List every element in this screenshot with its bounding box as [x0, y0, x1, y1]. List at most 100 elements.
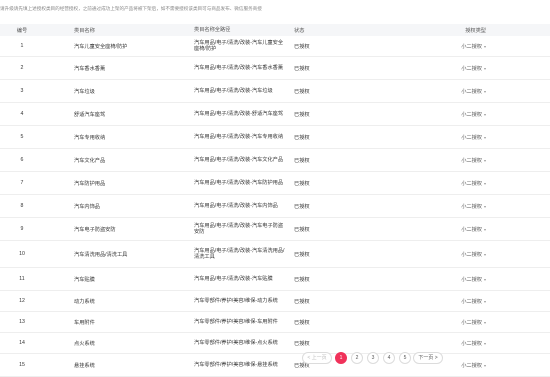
row-path: 汽车用品/电子/清洗/改装-汽车内饰品 — [194, 202, 278, 209]
auth-type-label: 小二授权 — [461, 134, 482, 141]
row-status: 已授权 — [294, 180, 310, 187]
table-row: 4 舒适汽车座驾 汽车用品/电子/清洗/改装-舒适汽车座驾 已授权 小二授权 ▾ — [0, 103, 550, 126]
auth-type-dropdown[interactable]: 小二授权 ▾ — [461, 180, 486, 187]
table-row: 7 汽车防护用品 汽车用品/电子/清洗/改装-汽车防护用品 已授权 小二授权 ▾ — [0, 172, 550, 195]
row-status: 已授权 — [294, 88, 310, 95]
row-status: 已授权 — [294, 276, 310, 283]
row-name: 汽车香水香薰 — [74, 65, 106, 72]
auth-type-dropdown[interactable]: 小二授权 ▾ — [461, 134, 486, 141]
row-status: 已授权 — [294, 298, 310, 305]
row-type: 小二授权 ▾ — [394, 43, 492, 50]
auth-type-dropdown[interactable]: 小二授权 ▾ — [461, 276, 486, 283]
chevron-down-icon: ▾ — [483, 111, 486, 117]
next-page-button[interactable]: 下一页 > — [413, 352, 443, 364]
row-path: 汽车用品/电子/清洗/改装-汽车清洗用品/清洗工具 — [194, 247, 285, 260]
auth-type-dropdown[interactable]: 小二授权 ▾ — [461, 111, 486, 118]
table-row: 12 动力系统 汽车零部件/养护/美容/维保-动力系统 已授权 小二授权 ▾ — [0, 291, 550, 312]
auth-type-dropdown[interactable]: 小二授权 ▾ — [461, 340, 486, 347]
row-status: 已授权 — [294, 319, 310, 326]
row-path: 汽车用品/电子/清洗/改装-汽车防护用品 — [194, 179, 284, 186]
row-type: 小二授权 ▾ — [394, 65, 492, 72]
row-index: 5 — [20, 134, 24, 140]
chevron-down-icon: ▾ — [483, 157, 486, 163]
row-path: 汽车零部件/养护/美容/维保-车用附件 — [194, 318, 278, 325]
row-type: 小二授权 ▾ — [394, 276, 492, 283]
table-row: 3 汽车垃圾 汽车用品/电子/清洗/改装-汽车垃圾 已授权 小二授权 ▾ — [0, 80, 550, 103]
row-index: 10 — [19, 251, 25, 257]
auth-type-dropdown[interactable]: 小二授权 ▾ — [461, 251, 486, 258]
row-index: 12 — [19, 298, 25, 304]
row-path: 汽车用品/电子/清洗/改装-汽车香水香薰 — [194, 64, 284, 71]
row-path: 汽车零部件/养护/美容/维保-点火系统 — [194, 339, 278, 346]
page-1-button[interactable]: 1 — [335, 352, 347, 364]
auth-type-dropdown[interactable]: 小二授权 ▾ — [461, 226, 486, 233]
pagination: < 上一页 1 2 3 4 5 下一页 > — [0, 352, 550, 364]
row-name: 车用附件 — [74, 319, 95, 326]
row-index: 1 — [20, 43, 24, 49]
row-name: 汽车垃圾 — [74, 88, 95, 95]
auth-type-dropdown[interactable]: 小二授权 ▾ — [461, 203, 486, 210]
row-name: 动力系统 — [74, 298, 95, 305]
auth-type-label: 小二授权 — [461, 88, 482, 95]
row-name: 汽车专用收纳 — [74, 134, 106, 141]
row-path: 汽车用品/电子/清洗/改装-汽车专用收纳 — [194, 133, 284, 140]
row-type: 小二授权 ▾ — [394, 134, 492, 141]
auth-type-dropdown[interactable]: 小二授权 ▾ — [461, 43, 486, 50]
row-name: 汽车儿童安全座椅/防护 — [74, 43, 128, 50]
auth-type-dropdown[interactable]: 小二授权 ▾ — [461, 65, 486, 72]
table-row: 2 汽车香水香薰 汽车用品/电子/清洗/改装-汽车香水香薰 已授权 小二授权 ▾ — [0, 57, 550, 80]
row-type: 小二授权 ▾ — [394, 298, 492, 305]
auth-type-label: 小二授权 — [461, 203, 482, 210]
row-index: 14 — [19, 340, 25, 346]
row-status: 已授权 — [294, 340, 310, 347]
table-row: 10 汽车清洗用品/清洗工具 汽车用品/电子/清洗/改装-汽车清洗用品/清洗工具 已授… — [0, 241, 550, 268]
row-index: 9 — [20, 226, 24, 232]
row-index: 7 — [20, 180, 24, 186]
page-2-button[interactable]: 2 — [351, 352, 363, 364]
row-path: 汽车用品/电子/清洗/改装-汽车电子防盗安防 — [194, 222, 284, 235]
row-name: 舒适汽车座驾 — [74, 111, 106, 118]
row-path: 汽车用品/电子/清洗/改装-舒适汽车座驾 — [194, 110, 284, 117]
row-type: 小二授权 ▾ — [394, 226, 492, 233]
row-type: 小二授权 ▾ — [394, 111, 492, 118]
prev-page-button[interactable]: < 上一页 — [302, 352, 332, 364]
header-status: 状态 — [294, 27, 305, 34]
chevron-down-icon: ▾ — [483, 319, 486, 325]
chevron-down-icon: ▾ — [483, 43, 486, 49]
chevron-down-icon: ▾ — [483, 65, 486, 71]
page-5-button[interactable]: 5 — [399, 352, 411, 364]
category-table: 编号 类目名称 类目名称全路径 状态 授权类型 1 汽车儿童安全座椅/防护 汽车用品… — [0, 24, 550, 377]
auth-type-label: 小二授权 — [461, 43, 482, 50]
page-4-button[interactable]: 4 — [383, 352, 395, 364]
row-status: 已授权 — [294, 251, 310, 258]
table-row: 9 汽车电子防盗安防 汽车用品/电子/清洗/改装-汽车电子防盗安防 已授权 小二授权 ▾ — [0, 218, 550, 241]
header-type: 授权类型 — [465, 27, 486, 34]
row-path: 汽车用品/电子/清洗/改装-汽车垃圾 — [194, 87, 273, 94]
page-3-button[interactable]: 3 — [367, 352, 379, 364]
chevron-down-icon: ▾ — [483, 276, 486, 282]
auth-type-label: 小二授权 — [461, 276, 482, 283]
header-path: 类目名称全路径 — [194, 26, 231, 33]
row-name: 点火系统 — [74, 340, 95, 347]
row-type: 小二授权 ▾ — [394, 319, 492, 326]
row-name: 汽车文化产品 — [74, 157, 106, 164]
row-path: 汽车用品/电子/清洗/改装-汽车贴膜 — [194, 275, 273, 282]
table-row: 8 汽车内饰品 汽车用品/电子/清洗/改装-汽车内饰品 已授权 小二授权 ▾ — [0, 195, 550, 218]
table-row: 14 点火系统 汽车零部件/养护/美容/维保-点火系统 已授权 小二授权 ▾ — [0, 333, 550, 354]
row-name: 汽车内饰品 — [74, 203, 100, 210]
auth-type-label: 小二授权 — [461, 65, 482, 72]
table-header: 编号 类目名称 类目名称全路径 状态 授权类型 — [0, 24, 550, 36]
row-index: 2 — [20, 65, 24, 71]
auth-type-dropdown[interactable]: 小二授权 ▾ — [461, 157, 486, 164]
row-status: 已授权 — [294, 203, 310, 210]
table-row: 11 汽车贴膜 汽车用品/电子/清洗/改装-汽车贴膜 已授权 小二授权 ▾ — [0, 268, 550, 291]
row-status: 已授权 — [294, 65, 310, 72]
row-type: 小二授权 ▾ — [394, 203, 492, 210]
auth-type-dropdown[interactable]: 小二授权 ▾ — [461, 298, 486, 305]
chevron-down-icon: ▾ — [483, 251, 486, 257]
auth-type-dropdown[interactable]: 小二授权 ▾ — [461, 319, 486, 326]
row-path: 汽车用品/电子/清洗/改装-汽车儿童安全座椅/防护 — [194, 39, 284, 52]
row-type: 小二授权 ▾ — [394, 340, 492, 347]
auth-type-label: 小二授权 — [461, 251, 482, 258]
auth-type-dropdown[interactable]: 小二授权 ▾ — [461, 88, 486, 95]
